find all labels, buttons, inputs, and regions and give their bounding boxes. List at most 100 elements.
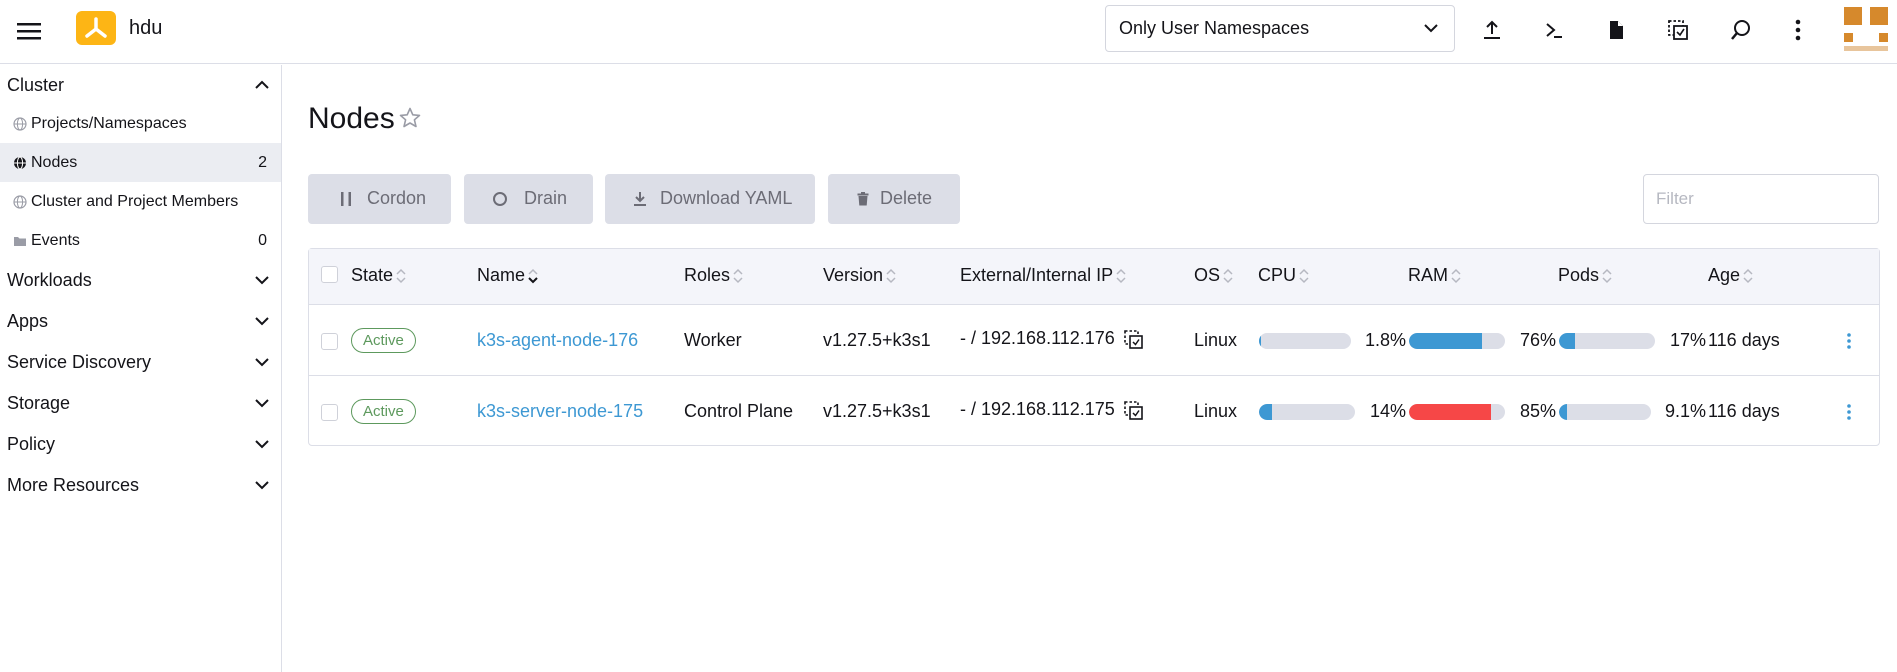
drain-button[interactable]: Drain <box>464 174 593 224</box>
copy-ip-icon[interactable] <box>1123 400 1145 422</box>
user-avatar[interactable] <box>1843 6 1889 52</box>
node-ip: - / 192.168.112.176 <box>960 328 1115 348</box>
globe-icon <box>13 117 27 131</box>
favorite-star-icon[interactable] <box>398 106 422 130</box>
sidebar-group-workloads[interactable]: Workloads <box>0 262 281 298</box>
column-header-name[interactable]: Name <box>477 265 538 286</box>
node-name-link[interactable]: k3s-agent-node-176 <box>477 330 638 351</box>
status-badge: Active <box>351 399 416 424</box>
table-header: State Name Roles Version External/Intern… <box>309 249 1879 305</box>
node-roles: Control Plane <box>684 401 794 421</box>
hamburger-menu-icon[interactable] <box>16 18 42 44</box>
sidebar-group-cluster[interactable]: Cluster <box>0 67 281 103</box>
cordon-button[interactable]: Cordon <box>308 174 451 224</box>
filter-input[interactable] <box>1643 174 1879 224</box>
ram-usage-bar <box>1409 404 1505 420</box>
sidebar-group-label: Cluster <box>7 75 65 95</box>
globe-icon <box>13 195 27 209</box>
download-icon <box>632 191 648 207</box>
column-header-pods[interactable]: Pods <box>1558 265 1612 286</box>
node-version: v1.27.5+k3s1 <box>823 401 931 421</box>
sidebar-group-storage[interactable]: Storage <box>0 385 281 421</box>
sort-icon <box>1602 268 1612 283</box>
row-checkbox[interactable] <box>321 404 338 421</box>
column-header-label: RAM <box>1408 265 1448 285</box>
copy-ip-icon[interactable] <box>1123 329 1145 351</box>
download-yaml-button[interactable]: Download YAML <box>605 174 815 224</box>
sort-icon <box>1451 268 1461 283</box>
sidebar-item-cluster-project-members[interactable]: Cluster and Project Members <box>0 182 281 221</box>
chevron-down-icon <box>255 357 269 367</box>
select-all-checkbox[interactable] <box>321 266 338 283</box>
sidebar-item-label: Projects/Namespaces <box>31 115 187 132</box>
pods-usage-value: 17% <box>1669 330 1706 350</box>
sidebar-group-more-resources[interactable]: More Resources <box>0 467 281 503</box>
download-yaml-label: Download YAML <box>660 188 793 208</box>
cluster-name[interactable]: hdu <box>129 17 162 40</box>
pods-usage-fill <box>1559 333 1576 349</box>
sort-icon <box>1299 268 1309 283</box>
sidebar-item-events[interactable]: Events 0 <box>0 221 281 260</box>
cpu-usage-fill <box>1259 333 1261 349</box>
chevron-down-icon <box>255 316 269 326</box>
more-vertical-icon[interactable] <box>1783 15 1813 45</box>
node-name-link[interactable]: k3s-server-node-175 <box>477 401 643 422</box>
ram-usage-value: 76% <box>1519 330 1556 350</box>
sidebar-group-service-discovery[interactable]: Service Discovery <box>0 344 281 380</box>
pods-usage-bar <box>1559 333 1655 349</box>
column-header-label: State <box>351 265 394 285</box>
node-os: Linux <box>1194 401 1238 421</box>
top-header: hdu Only User Namespaces <box>0 0 1897 64</box>
node-ip: - / 192.168.112.175 <box>960 399 1115 419</box>
row-actions-icon[interactable] <box>1846 332 1852 350</box>
delete-button[interactable]: Delete <box>828 174 960 224</box>
copy-kubeconfig-icon[interactable] <box>1663 15 1693 45</box>
sidebar-group-label: Workloads <box>7 270 92 290</box>
sort-icon <box>396 268 406 283</box>
sidebar-group-apps[interactable]: Apps <box>0 303 281 339</box>
ram-usage-value: 85% <box>1519 401 1556 421</box>
cpu-usage-bar <box>1259 333 1351 349</box>
column-header-label: Name <box>477 265 526 285</box>
circle-icon <box>492 191 508 207</box>
import-yaml-icon[interactable] <box>1477 15 1507 45</box>
sidebar-group-label: Apps <box>7 311 49 331</box>
column-header-ram[interactable]: RAM <box>1408 265 1461 286</box>
drain-button-label: Drain <box>524 188 568 208</box>
cordon-button-label: Cordon <box>367 188 427 208</box>
column-header-state[interactable]: State <box>351 265 406 286</box>
column-header-cpu[interactable]: CPU <box>1258 265 1309 286</box>
sidebar-group-label: Storage <box>7 393 71 413</box>
folder-icon <box>13 234 27 248</box>
row-actions-icon[interactable] <box>1846 403 1852 421</box>
status-badge: Active <box>351 328 416 353</box>
rancher-logo[interactable] <box>76 11 116 45</box>
sidebar-group-label: More Resources <box>7 475 140 495</box>
search-icon[interactable] <box>1726 15 1756 45</box>
column-header-roles[interactable]: Roles <box>684 265 743 286</box>
sidebar-item-label: Events <box>31 232 80 249</box>
column-header-os[interactable]: OS <box>1194 265 1233 286</box>
column-header-age[interactable]: Age <box>1708 265 1753 286</box>
column-header-label: OS <box>1194 265 1221 285</box>
column-header-label: Pods <box>1558 265 1600 285</box>
namespace-filter-select[interactable]: Only User Namespaces <box>1105 5 1455 52</box>
sidebar-item-projects-namespaces[interactable]: Projects/Namespaces <box>0 104 281 143</box>
column-header-ip[interactable]: External/Internal IP <box>960 265 1126 286</box>
sidebar-item-nodes[interactable]: Nodes 2 <box>0 143 281 182</box>
column-header-label: Roles <box>684 265 731 285</box>
chevron-down-icon <box>255 439 269 449</box>
column-header-label: CPU <box>1258 265 1297 285</box>
sidebar-group-label: Service Discovery <box>7 352 152 372</box>
sidebar-item-count: 0 <box>258 232 267 249</box>
row-checkbox[interactable] <box>321 333 338 350</box>
chevron-up-icon <box>255 80 269 90</box>
cpu-usage-fill <box>1259 404 1273 420</box>
cpu-usage-bar <box>1259 404 1355 420</box>
sidebar-group-policy[interactable]: Policy <box>0 426 281 462</box>
kubectl-shell-icon[interactable] <box>1539 15 1569 45</box>
kubeconfig-file-icon[interactable] <box>1601 15 1631 45</box>
sort-icon <box>886 268 896 283</box>
page-title: Nodes <box>308 102 395 135</box>
column-header-version[interactable]: Version <box>823 265 896 286</box>
